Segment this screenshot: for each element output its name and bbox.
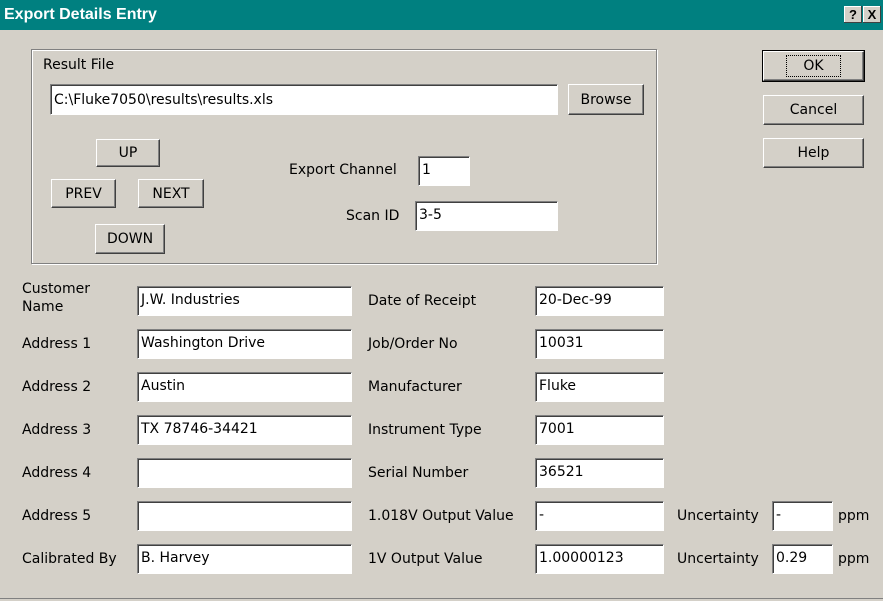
manufacturer-input[interactable]: Fluke (535, 372, 664, 402)
ok-button-label: OK (786, 55, 841, 77)
address5-input[interactable] (137, 501, 352, 531)
uncertainty-1v-label: Uncertainty (677, 551, 759, 567)
address2-label: Address 2 (22, 379, 92, 395)
manufacturer-label: Manufacturer (368, 379, 462, 395)
window-title: Export Details Entry (4, 6, 157, 23)
job-order-input[interactable]: 10031 (535, 329, 664, 359)
address3-input[interactable]: TX 78746-34421 (137, 415, 352, 445)
address1-label: Address 1 (22, 336, 92, 352)
customer-name-label-line2: Name (22, 299, 64, 315)
customer-name-label-line1: Customer (22, 281, 91, 297)
down-button[interactable]: DOWN (95, 224, 165, 254)
uncertainty-1018v-unit: ppm (838, 508, 870, 524)
title-bar: Export Details Entry ? X (0, 0, 883, 30)
customer-name-label: Customer Name (22, 280, 90, 316)
job-order-label: Job/Order No (368, 336, 458, 352)
serial-number-input[interactable]: 36521 (535, 458, 664, 488)
address4-label: Address 4 (22, 465, 92, 481)
date-of-receipt-input[interactable]: 20-Dec-99 (535, 286, 664, 316)
output-1018v-input[interactable]: - (535, 501, 664, 531)
window-bottom-edge (0, 598, 883, 599)
export-channel-input[interactable]: 1 (418, 156, 470, 186)
uncertainty-1018v-label: Uncertainty (677, 508, 759, 524)
address2-input[interactable]: Austin (137, 372, 352, 402)
serial-number-label: Serial Number (368, 465, 469, 481)
up-button[interactable]: UP (96, 139, 160, 167)
instrument-type-input[interactable]: 7001 (535, 415, 664, 445)
customer-name-input[interactable]: J.W. Industries (137, 286, 352, 316)
next-button[interactable]: NEXT (138, 179, 204, 208)
help-button[interactable]: Help (763, 138, 864, 168)
address3-label: Address 3 (22, 422, 92, 438)
scan-id-input[interactable]: 3-5 (415, 201, 558, 231)
instrument-type-label: Instrument Type (368, 422, 482, 438)
uncertainty-1018v-input[interactable]: - (772, 501, 833, 531)
export-channel-label: Export Channel (289, 162, 397, 178)
ok-button[interactable]: OK (762, 50, 865, 82)
address4-input[interactable] (137, 458, 352, 488)
close-icon[interactable]: X (863, 6, 881, 23)
result-file-label: Result File (43, 57, 115, 73)
help-icon[interactable]: ? (844, 6, 862, 23)
output-1v-label: 1V Output Value (368, 551, 483, 567)
cancel-button[interactable]: Cancel (763, 95, 864, 125)
uncertainty-1v-input[interactable]: 0.29 (772, 544, 833, 574)
output-1018v-label: 1.018V Output Value (368, 508, 514, 524)
date-of-receipt-label: Date of Receipt (368, 293, 477, 309)
address1-input[interactable]: Washington Drive (137, 329, 352, 359)
scan-id-label: Scan ID (346, 208, 400, 224)
result-file-path-input[interactable]: C:\Fluke7050\results\results.xls (50, 84, 558, 115)
output-1v-input[interactable]: 1.00000123 (535, 544, 664, 574)
calibrated-by-input[interactable]: B. Harvey (137, 544, 352, 574)
address5-label: Address 5 (22, 508, 92, 524)
prev-button[interactable]: PREV (51, 179, 116, 208)
browse-button[interactable]: Browse (568, 84, 644, 115)
calibrated-by-label: Calibrated By (22, 551, 117, 567)
uncertainty-1v-unit: ppm (838, 551, 870, 567)
